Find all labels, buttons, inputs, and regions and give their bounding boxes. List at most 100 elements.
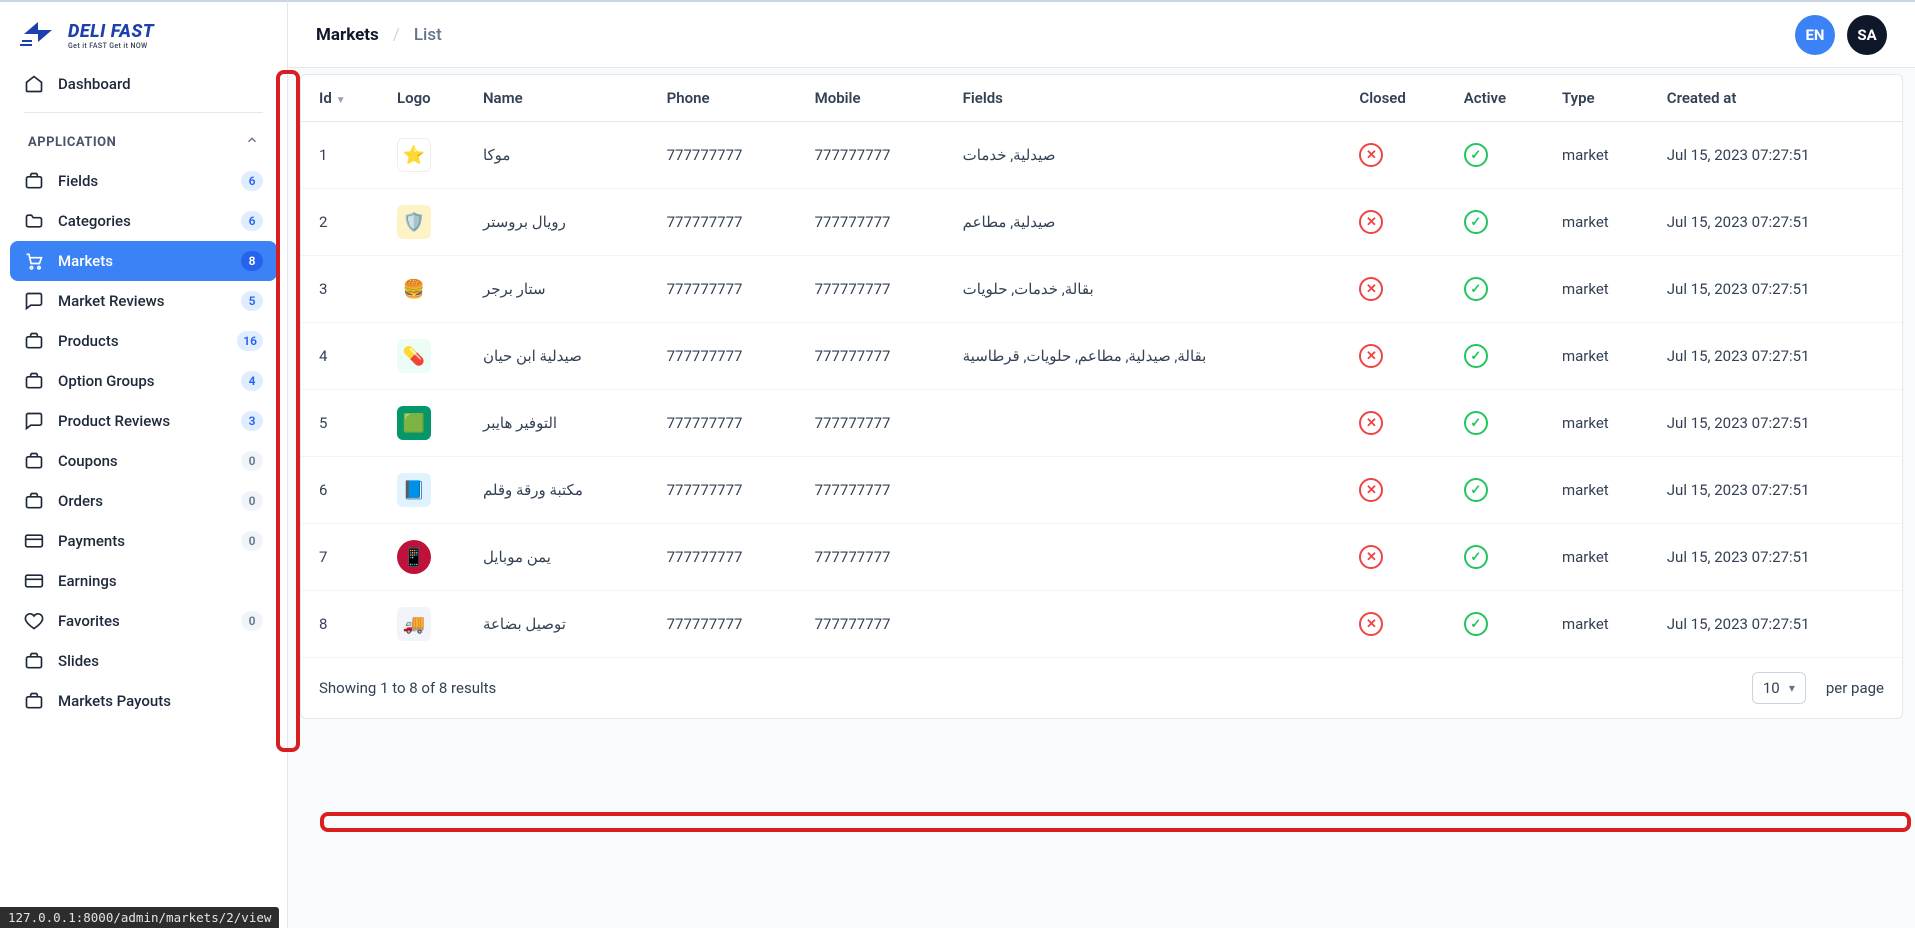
col-mobile[interactable]: Mobile	[803, 75, 951, 122]
sidebar-item-label: Favorites	[58, 612, 227, 630]
sidebar-item-market-reviews[interactable]: Market Reviews5	[10, 281, 277, 321]
sidebar-item-markets[interactable]: Markets 8	[10, 241, 277, 281]
per-page-select[interactable]: 10 ▾	[1752, 672, 1806, 704]
col-closed[interactable]: Closed	[1347, 75, 1451, 122]
nav-section-application[interactable]: APPLICATION	[10, 127, 277, 161]
cell-closed: ✕	[1347, 524, 1451, 591]
col-type[interactable]: Type	[1550, 75, 1655, 122]
sidebar-item-slides[interactable]: Slides	[10, 641, 277, 681]
sidebar-item-label: Coupons	[58, 452, 227, 470]
nav-divider	[24, 112, 263, 113]
cell-type: market	[1550, 122, 1655, 189]
sidebar-item-label: Payments	[58, 532, 227, 550]
cell-phone: 777777777	[655, 122, 803, 189]
markets-table-card: Id▼ Logo Name Phone Mobile Fields Closed…	[300, 74, 1903, 719]
cell-id: 4	[301, 323, 385, 390]
col-phone[interactable]: Phone	[655, 75, 803, 122]
sidebar-item-product-reviews[interactable]: Product Reviews3	[10, 401, 277, 441]
briefcase-icon	[24, 331, 44, 351]
sidebar-item-favorites[interactable]: Favorites0	[10, 601, 277, 641]
sidebar-item-label: Products	[58, 332, 223, 350]
sidebar-item-badge: 0	[241, 451, 263, 471]
col-id[interactable]: Id▼	[301, 75, 385, 122]
sidebar-item-badge: 5	[241, 291, 263, 311]
cell-id: 8	[301, 591, 385, 658]
col-active[interactable]: Active	[1452, 75, 1550, 122]
table-row[interactable]: 5🟩التوفير هايبر777777777777777777✕✓marke…	[301, 390, 1902, 457]
cell-created: Jul 15, 2023 07:27:51	[1655, 122, 1902, 189]
table-row[interactable]: 4💊صيدلية ابن حيان777777777777777777بقالة…	[301, 323, 1902, 390]
sidebar-item-coupons[interactable]: Coupons 0	[10, 441, 277, 481]
briefcase-icon	[24, 691, 44, 711]
table-row[interactable]: 1⭐موكا777777777777777777صيدلية, خدمات✕✓m…	[301, 122, 1902, 189]
col-fields[interactable]: Fields	[951, 75, 1348, 122]
sidebar-item-payments[interactable]: Payments 0	[10, 521, 277, 561]
brand-logo[interactable]: DELI FAST Get it FAST Get it NOW	[0, 10, 287, 58]
sidebar-item-badge: 8	[241, 251, 263, 271]
market-logo-icon: 🟩	[397, 406, 431, 440]
cell-logo: 📘	[385, 457, 471, 524]
breadcrumb-main[interactable]: Markets	[316, 25, 379, 45]
table-row[interactable]: 2🛡️رويال بروستر777777777777777777صيدلية,…	[301, 189, 1902, 256]
table-row[interactable]: 8🚚توصيل بضاعة777777777777777777✕✓marketJ…	[301, 591, 1902, 658]
col-name[interactable]: Name	[471, 75, 655, 122]
cell-fields	[951, 457, 1348, 524]
sidebar-item-label: Categories	[58, 212, 227, 230]
user-initials: SA	[1857, 26, 1876, 44]
language-toggle[interactable]: EN	[1795, 15, 1835, 55]
sidebar-item-option-groups[interactable]: Option Groups4	[10, 361, 277, 401]
market-logo-icon: 🛡️	[397, 205, 431, 239]
breadcrumb: Markets / List	[316, 25, 442, 45]
breadcrumb-separator-icon: /	[393, 25, 400, 45]
cell-closed: ✕	[1347, 122, 1451, 189]
cell-phone: 777777777	[655, 256, 803, 323]
sidebar-item-earnings[interactable]: Earnings	[10, 561, 277, 601]
sidebar-item-label: Markets Payouts	[58, 692, 263, 710]
cell-logo: 💊	[385, 323, 471, 390]
cell-active: ✓	[1452, 323, 1550, 390]
sidebar-nav: Dashboard APPLICATION Fields6Categories6…	[0, 58, 287, 928]
table-row[interactable]: 7📱يمن موبايل777777777777777777✕✓marketJu…	[301, 524, 1902, 591]
sidebar-item-markets-payouts[interactable]: Markets Payouts	[10, 681, 277, 721]
sidebar-item-fields[interactable]: Fields6	[10, 161, 277, 201]
brand-name: DELI FAST	[68, 21, 154, 42]
cell-phone: 777777777	[655, 524, 803, 591]
table-row[interactable]: 3🍔ستار برجر777777777777777777بقالة, خدما…	[301, 256, 1902, 323]
closed-status-icon: ✕	[1359, 411, 1383, 435]
closed-status-icon: ✕	[1359, 545, 1383, 569]
closed-status-icon: ✕	[1359, 210, 1383, 234]
topbar: Markets / List EN SA	[288, 2, 1915, 68]
chat-icon	[24, 411, 44, 431]
sidebar-item-label: Earnings	[58, 572, 263, 590]
cell-phone: 777777777	[655, 591, 803, 658]
cell-created: Jul 15, 2023 07:27:51	[1655, 390, 1902, 457]
active-status-icon: ✓	[1464, 612, 1488, 636]
heart-icon	[24, 611, 44, 631]
sidebar-item-categories[interactable]: Categories6	[10, 201, 277, 241]
sidebar-item-products[interactable]: Products16	[10, 321, 277, 361]
nav-dashboard[interactable]: Dashboard	[10, 64, 277, 104]
breadcrumb-sub[interactable]: List	[414, 25, 442, 45]
table-row[interactable]: 6📘مكتبة ورقة وقلم777777777777777777✕✓mar…	[301, 457, 1902, 524]
cell-fields: بقالة, خدمات, حلويات	[951, 256, 1348, 323]
briefcase-icon	[24, 371, 44, 391]
cell-mobile: 777777777	[803, 457, 951, 524]
sidebar-item-badge: 0	[241, 531, 263, 551]
sidebar-item-orders[interactable]: Orders0	[10, 481, 277, 521]
cell-closed: ✕	[1347, 256, 1451, 323]
user-avatar[interactable]: SA	[1847, 15, 1887, 55]
briefcase-icon	[24, 171, 44, 191]
cell-mobile: 777777777	[803, 323, 951, 390]
cell-created: Jul 15, 2023 07:27:51	[1655, 457, 1902, 524]
cell-fields: صيدلية, مطاعم	[951, 189, 1348, 256]
chevron-down-icon: ▾	[1789, 681, 1795, 695]
closed-status-icon: ✕	[1359, 143, 1383, 167]
sidebar-item-label: Markets	[58, 252, 227, 270]
active-status-icon: ✓	[1464, 478, 1488, 502]
cell-closed: ✕	[1347, 189, 1451, 256]
briefcase-icon	[24, 491, 44, 511]
sort-desc-icon: ▼	[336, 95, 346, 106]
col-created[interactable]: Created at	[1655, 75, 1902, 122]
col-logo[interactable]: Logo	[385, 75, 471, 122]
cell-mobile: 777777777	[803, 390, 951, 457]
